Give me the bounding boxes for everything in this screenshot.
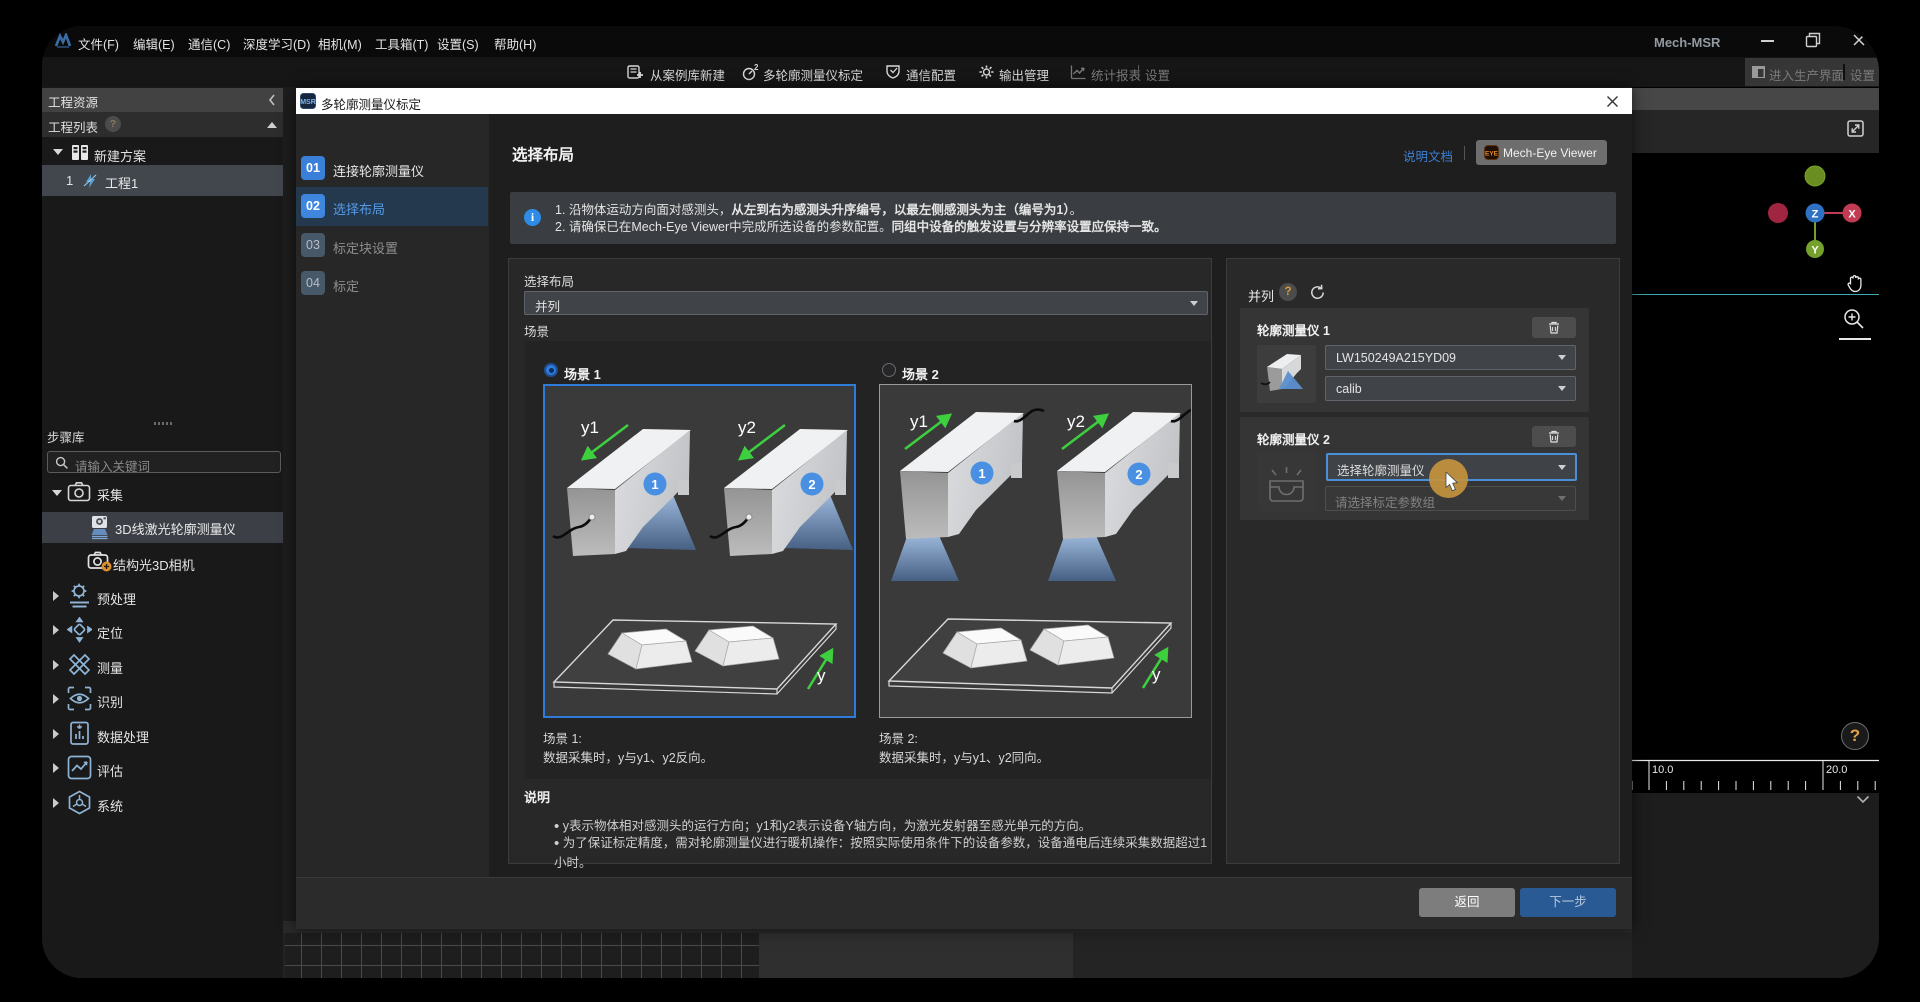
svg-text:MSR: MSR: [300, 99, 316, 106]
svg-text:2: 2: [754, 63, 759, 72]
svg-text:y2: y2: [1067, 412, 1085, 431]
svg-text:1: 1: [978, 466, 985, 481]
svg-text:EYE: EYE: [1485, 151, 1499, 158]
svg-text:10.0: 10.0: [1652, 764, 1673, 776]
svg-text:X: X: [1848, 209, 1856, 221]
svg-text:y: y: [1152, 665, 1161, 684]
svg-text:2: 2: [1135, 467, 1142, 482]
svg-text:y2: y2: [738, 418, 756, 437]
svg-text:20.0: 20.0: [1826, 764, 1847, 776]
svg-text:2: 2: [808, 477, 815, 492]
svg-text:1: 1: [651, 477, 658, 492]
svg-text:Y: Y: [1811, 245, 1819, 257]
svg-text:Z: Z: [1812, 209, 1819, 221]
svg-text:y1: y1: [910, 412, 928, 431]
svg-text:y1: y1: [581, 418, 599, 437]
svg-text:y: y: [817, 666, 826, 685]
